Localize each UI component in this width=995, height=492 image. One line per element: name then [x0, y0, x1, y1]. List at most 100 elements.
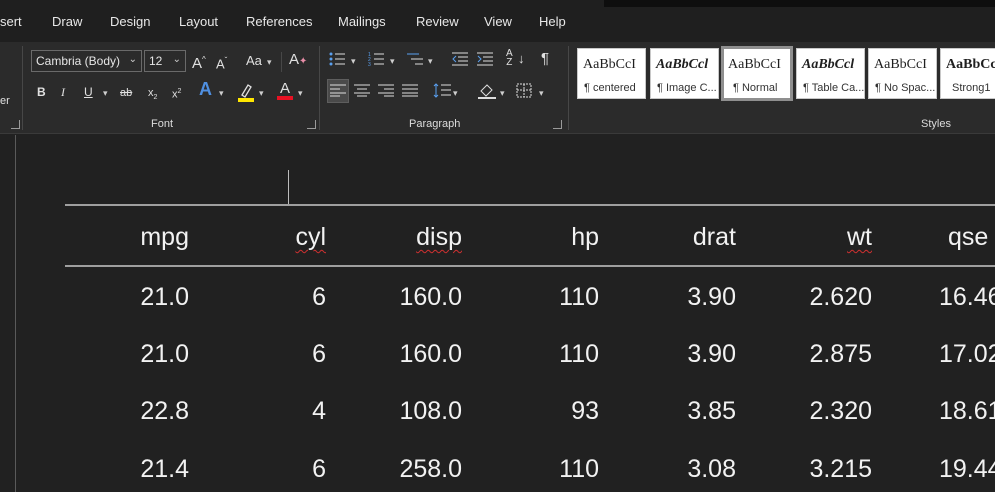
text-effects-icon[interactable]: A: [199, 80, 212, 98]
clipboard-partial-label: er: [0, 95, 10, 107]
style-no-spacing[interactable]: AaBbCcI ¶ No Spac...: [868, 48, 937, 99]
table-cell: 3.85: [687, 397, 736, 425]
table-cell: 16.46: [939, 283, 995, 311]
shrink-font-icon[interactable]: Aˇ: [216, 52, 227, 73]
table-cell: 110: [559, 455, 599, 483]
grow-font-icon[interactable]: A^: [192, 51, 206, 73]
table-cell: 6: [312, 283, 326, 311]
tab-insert[interactable]: sert: [0, 14, 22, 29]
font-color-icon[interactable]: A: [277, 80, 293, 100]
style-normal[interactable]: AaBbCcI ¶ Normal: [721, 46, 793, 101]
separator: [281, 52, 282, 72]
chevron-down-icon: ▾: [500, 88, 505, 98]
show-formatting-marks-icon[interactable]: ¶: [541, 50, 549, 68]
numbering-icon[interactable]: 123: [368, 52, 384, 66]
style-name: ¶ centered: [584, 82, 636, 94]
increase-indent-icon[interactable]: [477, 52, 493, 66]
title-bar-strip: [604, 0, 995, 7]
paragraph-dialog-launcher[interactable]: [553, 120, 562, 129]
styles-group-label: Styles: [921, 118, 951, 130]
table-top-rule: [65, 204, 995, 206]
align-right-icon[interactable]: [378, 84, 394, 97]
style-name: ¶ Image C...: [657, 82, 717, 94]
font-dialog-launcher[interactable]: [307, 120, 316, 129]
change-case-icon[interactable]: Aa: [246, 52, 262, 70]
chevron-down-icon: ▾: [428, 56, 433, 66]
chevron-down-icon: ▾: [351, 56, 356, 66]
ribbon-tab-bar: sert Draw Design Layout References Maili…: [0, 0, 995, 42]
strikethrough-icon[interactable]: ab: [120, 84, 132, 102]
style-name: ¶ Normal: [733, 82, 778, 94]
chevron-down-icon: ▾: [390, 56, 395, 66]
style-image-caption[interactable]: AaBbCcl ¶ Image C...: [650, 48, 719, 99]
borders-icon[interactable]: [516, 83, 532, 98]
sort-arrow-icon: ↓: [518, 51, 525, 66]
sort-icon[interactable]: AZ: [506, 49, 513, 68]
table-cell: 108.0: [399, 397, 462, 425]
font-size-combo[interactable]: 12 ⌄: [144, 50, 186, 72]
table-cell: 258.0: [399, 455, 462, 483]
subscript-icon[interactable]: x2: [148, 84, 157, 107]
document-canvas[interactable]: mpg cyl disp hp drat wt qse 21.0 6 160.0…: [0, 135, 995, 492]
font-name-combo[interactable]: Cambria (Body) ⌄: [31, 50, 142, 72]
table-cell: 18.61: [939, 397, 995, 425]
table-cell: 6: [312, 455, 326, 483]
tab-mailings[interactable]: Mailings: [338, 14, 386, 29]
style-centered[interactable]: AaBbCcI ¶ centered: [577, 48, 646, 99]
text-cursor: [288, 170, 289, 204]
chevron-down-icon: ▾: [298, 88, 303, 98]
table-cell: 110: [559, 283, 599, 311]
table-header-drat: drat: [692, 223, 736, 251]
table-cell: 93: [571, 397, 599, 425]
underline-icon[interactable]: U: [84, 83, 93, 101]
table-cell: 160.0: [399, 340, 462, 368]
ribbon: er Cambria (Body) ⌄ 12 ⌄ A^ Aˇ Aa ▾ A✦ B…: [0, 42, 995, 134]
group-separator: [568, 46, 569, 130]
style-table-caption[interactable]: AaBbCcl ¶ Table Ca...: [796, 48, 865, 99]
highlight-color-icon[interactable]: [237, 81, 255, 103]
highlight-swatch: [238, 98, 254, 102]
clear-formatting-icon[interactable]: A✦: [289, 51, 307, 71]
table-cell: 2.320: [809, 397, 872, 425]
table-cell: 160.0: [399, 283, 462, 311]
bold-icon[interactable]: B: [37, 83, 46, 101]
table-cell: 2.620: [809, 283, 872, 311]
style-name: ¶ No Spac...: [875, 82, 936, 94]
italic-icon[interactable]: I: [61, 83, 65, 101]
decrease-indent-icon[interactable]: [452, 52, 468, 66]
bullets-icon[interactable]: [329, 52, 345, 66]
style-sample: AaBbCcl: [802, 57, 855, 72]
table-cell: 110: [559, 340, 599, 368]
multilevel-list-icon[interactable]: [407, 52, 423, 66]
table-header-hp: hp: [571, 223, 599, 251]
tab-view[interactable]: View: [484, 14, 512, 29]
align-center-icon[interactable]: [354, 84, 370, 97]
table-cell: 3.90: [687, 283, 736, 311]
tab-review[interactable]: Review: [416, 14, 459, 29]
tab-references[interactable]: References: [246, 14, 312, 29]
table-cell: 22.8: [140, 397, 189, 425]
style-strong1[interactable]: AaBbCc Strong1: [940, 48, 995, 99]
justify-icon[interactable]: [402, 84, 418, 97]
tab-design[interactable]: Design: [110, 14, 150, 29]
table-cell: 3.08: [687, 455, 736, 483]
table-header-rule: [65, 265, 995, 267]
superscript-icon[interactable]: x2: [172, 83, 181, 104]
style-sample: AaBbCcl: [656, 57, 709, 72]
style-name: Strong1: [952, 82, 991, 94]
table-header-qsec: qse: [948, 223, 989, 251]
font-size-value: 12: [149, 54, 163, 68]
clipboard-dialog-launcher[interactable]: [11, 120, 20, 129]
style-name: ¶ Table Ca...: [803, 82, 865, 94]
font-group-label: Font: [151, 118, 174, 130]
table-cell: 4: [312, 397, 326, 425]
tab-layout[interactable]: Layout: [179, 14, 218, 29]
line-spacing-icon[interactable]: [433, 83, 451, 98]
align-left-icon[interactable]: [330, 84, 346, 97]
group-separator: [319, 46, 320, 130]
tab-draw[interactable]: Draw: [52, 14, 82, 29]
tab-help[interactable]: Help: [539, 14, 566, 29]
shading-icon[interactable]: [478, 82, 496, 99]
style-sample: AaBbCcI: [583, 57, 636, 72]
table-cell: 21.0: [140, 283, 189, 311]
